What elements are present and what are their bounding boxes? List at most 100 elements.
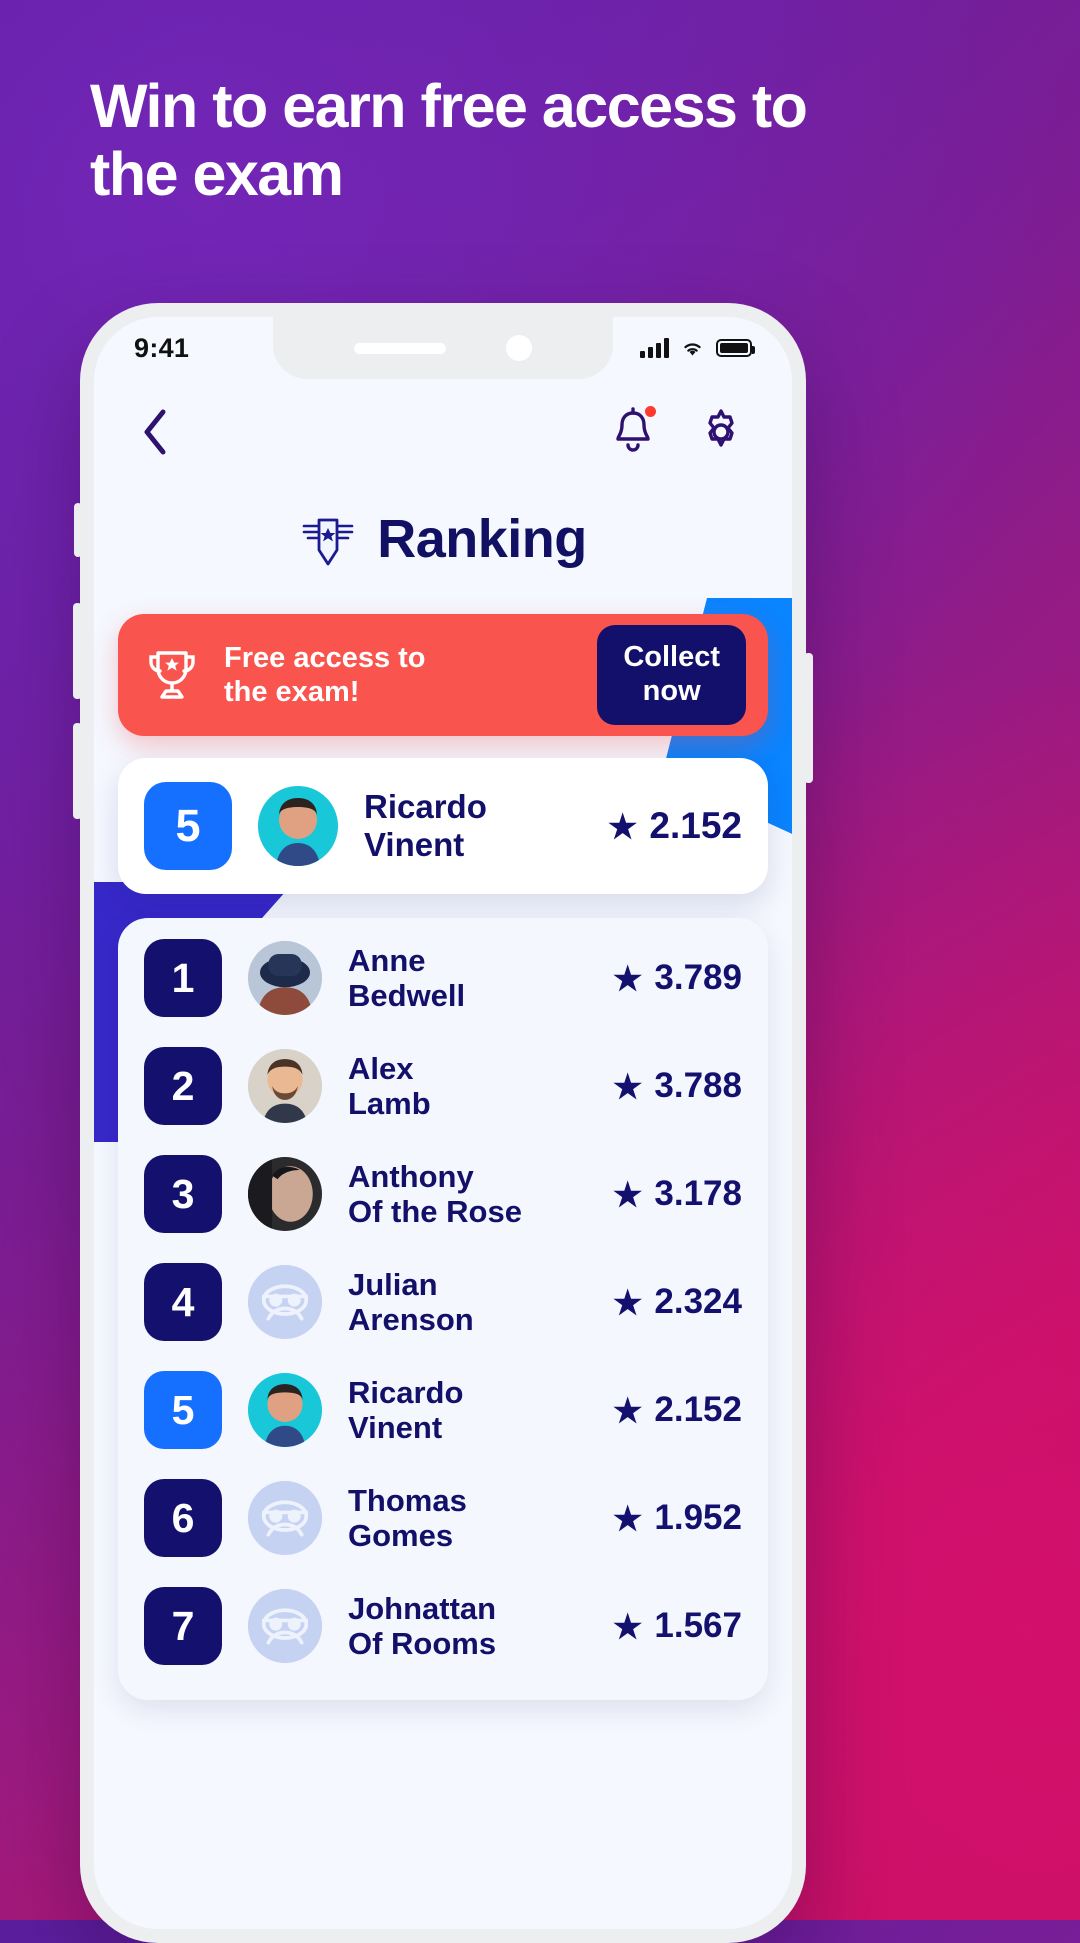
avatar: [248, 1481, 322, 1555]
star-icon: ★: [612, 959, 643, 997]
avatar-photo-dark-portrait: [248, 1157, 322, 1231]
ranking-list: 1 Anne Bedwell ★ 3.789 2 Alex Lamb ★ 3.7…: [118, 918, 768, 1700]
player-name: Alex Lamb: [348, 1051, 587, 1122]
player-first-name: Anthony: [348, 1158, 474, 1194]
score-value: 3.789: [654, 958, 742, 997]
score-value: 2.324: [654, 1282, 742, 1321]
player-last-name: Lamb: [348, 1086, 431, 1121]
notification-badge-dot: [643, 404, 658, 419]
player-name: Anne Bedwell: [348, 943, 587, 1014]
avatar: [248, 1049, 322, 1123]
status-bar: 9:41: [94, 317, 792, 379]
rank-badge: 5: [144, 782, 232, 870]
star-icon: ★: [612, 1067, 643, 1105]
battery-full-icon: [716, 339, 755, 357]
player-name: Anthony Of the Rose: [348, 1159, 587, 1230]
player-first-name: Johnattan: [348, 1590, 497, 1626]
player-first-name: Alex: [348, 1050, 414, 1086]
placeholder-avatar-icon: [248, 1481, 322, 1555]
avatar-photo-teal-man: [248, 1373, 322, 1447]
rank-badge: 2: [144, 1047, 222, 1125]
page-title: Ranking: [377, 509, 587, 569]
player-first-name: Julian: [348, 1266, 438, 1302]
player-score: ★ 2.152: [608, 805, 742, 847]
collect-label-line2: now: [642, 675, 701, 707]
list-item[interactable]: 2 Alex Lamb ★ 3.788: [144, 1032, 742, 1140]
collect-label-line1: Collect: [623, 641, 720, 674]
avatar-photo-hat-woman: [248, 941, 322, 1015]
star-icon: ★: [612, 1607, 643, 1645]
player-name: Ricardo Vinent: [364, 788, 582, 863]
star-icon: ★: [612, 1391, 643, 1429]
player-score: ★ 2.324: [613, 1282, 742, 1322]
player-name: Thomas Gomes: [348, 1483, 587, 1554]
avatar-photo-teal-man: [258, 786, 338, 866]
app-navbar: [94, 379, 792, 462]
page-title-row: Ranking: [94, 508, 792, 570]
rank-badge: 5: [144, 1371, 222, 1449]
cellular-signal-icon: [640, 338, 669, 358]
navbar-actions: [610, 404, 746, 462]
score-value: 1.567: [654, 1606, 742, 1645]
player-score: ★ 2.152: [613, 1390, 742, 1430]
winged-shield-badge-icon: [302, 518, 354, 566]
player-last-name: Gomes: [348, 1518, 454, 1553]
phone-volume-down-button: [73, 723, 82, 819]
player-first-name: Anne: [348, 942, 426, 978]
player-score: ★ 1.567: [613, 1606, 742, 1646]
avatar-photo-bearded-man: [248, 1049, 322, 1123]
trophy-icon: [149, 651, 195, 699]
avatar: [248, 1265, 322, 1339]
player-score: ★ 3.788: [613, 1066, 742, 1106]
player-first-name: Ricardo: [364, 788, 487, 826]
rank-badge: 1: [144, 939, 222, 1017]
score-value: 2.152: [649, 805, 742, 846]
star-icon: ★: [612, 1283, 643, 1321]
rank-badge: 3: [144, 1155, 222, 1233]
player-first-name: Thomas: [348, 1482, 467, 1518]
score-value: 2.152: [654, 1390, 742, 1429]
placeholder-avatar-icon: [248, 1265, 322, 1339]
status-time: 9:41: [134, 332, 190, 363]
list-item[interactable]: 6 Thomas Gomes ★ 1.952: [144, 1464, 742, 1572]
list-item[interactable]: 5 Ricardo Vinent ★ 2.152: [144, 1356, 742, 1464]
collect-now-button[interactable]: Collect now: [597, 625, 746, 725]
back-button[interactable]: [140, 408, 170, 461]
player-name: Johnattan Of Rooms: [348, 1591, 587, 1662]
avatar: [248, 1373, 322, 1447]
player-last-name: Bedwell: [348, 978, 466, 1013]
settings-button[interactable]: [696, 407, 746, 462]
notifications-button[interactable]: [610, 404, 658, 462]
player-last-name: Arenson: [348, 1302, 474, 1337]
banner-text-line1: Free access to: [224, 641, 426, 674]
rank-badge: 4: [144, 1263, 222, 1341]
player-score: ★ 3.789: [613, 958, 742, 998]
player-score: ★ 3.178: [613, 1174, 742, 1214]
phone-power-button: [804, 653, 813, 783]
list-item[interactable]: 1 Anne Bedwell ★ 3.789: [144, 924, 742, 1032]
chevron-left-icon: [144, 409, 166, 455]
star-icon: ★: [607, 807, 638, 845]
player-name: Ricardo Vinent: [348, 1375, 587, 1446]
banner-text-line2: the exam!: [224, 676, 360, 708]
gear-icon: [708, 409, 734, 447]
phone-mockup: 9:41 Ranking Free access to the exam! Co…: [73, 303, 813, 1943]
player-last-name: Vinent: [348, 1410, 443, 1445]
player-last-name: Of the Rose: [348, 1194, 522, 1229]
score-value: 3.178: [654, 1174, 742, 1213]
player-first-name: Ricardo: [348, 1374, 464, 1410]
phone-screen: 9:41 Ranking Free access to the exam! Co…: [94, 317, 792, 1929]
content-stage: Free access to the exam! Collect now 5 R…: [94, 598, 792, 1700]
free-access-banner[interactable]: Free access to the exam! Collect now: [118, 614, 768, 736]
current-user-card[interactable]: 5 Ricardo Vinent ★ 2.152: [118, 758, 768, 894]
list-item[interactable]: 7 Johnattan Of Rooms ★ 1.567: [144, 1572, 742, 1680]
rank-badge: 6: [144, 1479, 222, 1557]
star-icon: ★: [612, 1175, 643, 1213]
list-item[interactable]: 3 Anthony Of the Rose ★ 3.178: [144, 1140, 742, 1248]
placeholder-avatar-icon: [248, 1589, 322, 1663]
score-value: 3.788: [654, 1066, 742, 1105]
phone-volume-up-button: [73, 603, 82, 699]
avatar: [248, 1157, 322, 1231]
wifi-icon: [684, 342, 701, 355]
list-item[interactable]: 4 Julian Arenson ★ 2.324: [144, 1248, 742, 1356]
